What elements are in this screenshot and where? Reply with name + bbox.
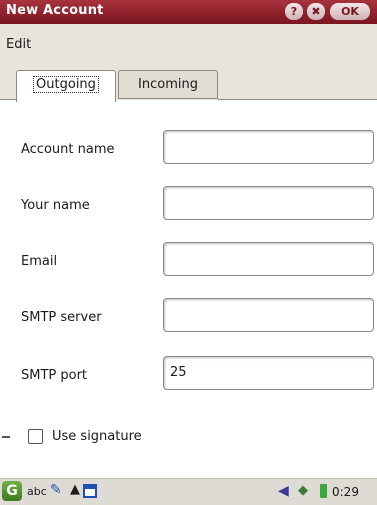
smtp-port-field[interactable]: 25: [163, 356, 374, 390]
input-mode-indicator[interactable]: abc: [27, 485, 47, 498]
email-label: Email: [21, 254, 58, 269]
your-name-label: Your name: [21, 198, 90, 213]
up-arrow-icon[interactable]: ▲: [70, 482, 80, 497]
status-bar: G abc ✎ ▲ ◀ ◆ 0:29: [0, 478, 377, 505]
menu-item-edit[interactable]: Edit: [6, 37, 31, 52]
account-name-label: Account name: [21, 142, 115, 157]
ok-button[interactable]: OK: [330, 3, 370, 20]
use-signature-label: Use signature: [52, 429, 142, 444]
smtp-server-field[interactable]: [163, 298, 374, 332]
smtp-port-label: SMTP port: [21, 368, 88, 383]
clock[interactable]: 0:29: [332, 485, 359, 499]
tab-incoming-label: Incoming: [138, 77, 198, 92]
close-button[interactable]: ✖: [307, 3, 325, 20]
use-signature-row[interactable]: Use signature: [0, 425, 377, 449]
focus-tick: [2, 436, 10, 438]
account-name-field[interactable]: [163, 130, 374, 164]
tab-divider-left: [0, 99, 16, 100]
email-field[interactable]: [163, 242, 374, 276]
smtp-server-row: SMTP server: [0, 298, 377, 338]
title-bar: New Account ? ✖ OK: [0, 0, 377, 24]
window-title: New Account: [6, 3, 104, 18]
start-menu-icon[interactable]: G: [2, 481, 22, 501]
account-name-row: Account name: [0, 130, 377, 170]
your-name-row: Your name: [0, 186, 377, 226]
email-row: Email: [0, 242, 377, 282]
tab-incoming[interactable]: Incoming: [118, 70, 218, 99]
smtp-port-row: SMTP port 25: [0, 356, 377, 396]
battery-icon[interactable]: [320, 484, 327, 498]
tab-outgoing-label: Outgoing: [33, 76, 99, 93]
help-button[interactable]: ?: [285, 3, 303, 20]
use-signature-checkbox[interactable]: [28, 429, 43, 444]
tab-divider: [218, 99, 377, 100]
network-icon[interactable]: ◆: [298, 483, 308, 498]
pen-icon[interactable]: ✎: [50, 482, 62, 498]
window-switcher-icon[interactable]: [83, 484, 97, 498]
smtp-server-label: SMTP server: [21, 310, 102, 325]
speaker-icon[interactable]: ◀: [278, 483, 289, 499]
tab-outgoing[interactable]: Outgoing: [16, 70, 116, 102]
menu-bar: Edit: [0, 24, 377, 65]
tab-strip: Outgoing Incoming: [0, 64, 377, 102]
your-name-field[interactable]: [163, 186, 374, 220]
